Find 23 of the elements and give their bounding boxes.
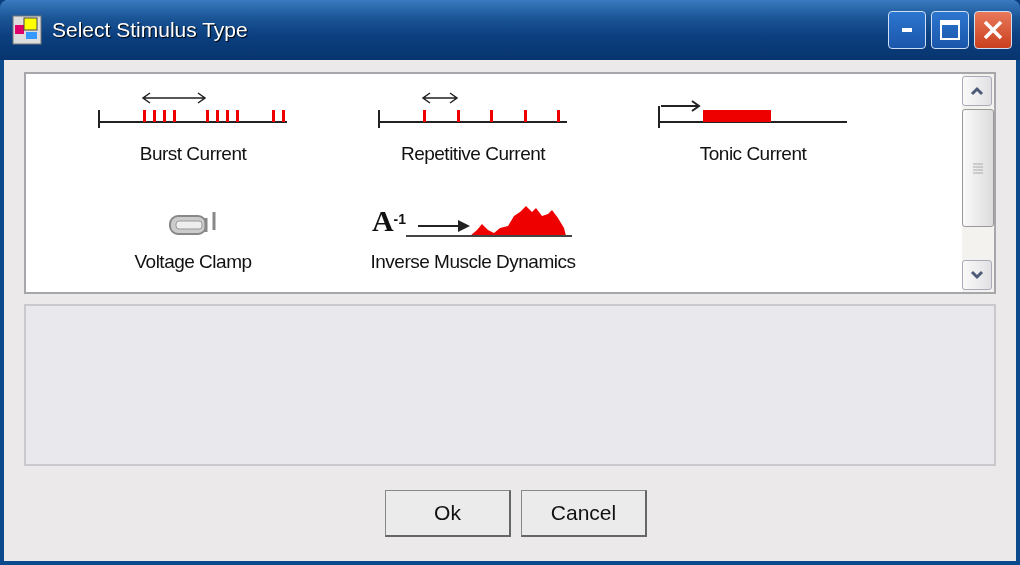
maximize-button[interactable]: [931, 11, 969, 49]
scroll-thumb[interactable]: [962, 109, 994, 227]
close-button[interactable]: [974, 11, 1012, 49]
formula-label: A$^{-1}$: [371, 206, 407, 236]
window-title: Select Stimulus Type: [52, 17, 248, 44]
scroll-down-button[interactable]: [962, 260, 992, 290]
maximize-icon: [940, 20, 960, 40]
scrollbar[interactable]: [962, 74, 994, 292]
stimulus-option[interactable]: Inverse Muscle Dynamics: [370, 252, 576, 273]
stimulus-option[interactable]: Burst Current: [139, 144, 247, 165]
close-icon: [983, 20, 1003, 40]
tonic-current-icon: [657, 100, 849, 130]
clamp-icon: [168, 210, 218, 238]
cancel-button[interactable]: Cancel: [521, 490, 647, 537]
stimulus-option[interactable]: Repetitive Current: [400, 144, 546, 165]
stimulus-option[interactable]: Voltage Clamp: [134, 252, 252, 273]
minimize-icon: [902, 28, 912, 32]
arrow-waveform-icon: [406, 204, 575, 238]
ok-button[interactable]: Ok: [385, 490, 511, 537]
app-icon: [12, 15, 42, 45]
minimize-button[interactable]: [888, 11, 926, 49]
stimulus-option[interactable]: Tonic Current: [699, 144, 807, 165]
scroll-up-button[interactable]: [962, 76, 992, 106]
